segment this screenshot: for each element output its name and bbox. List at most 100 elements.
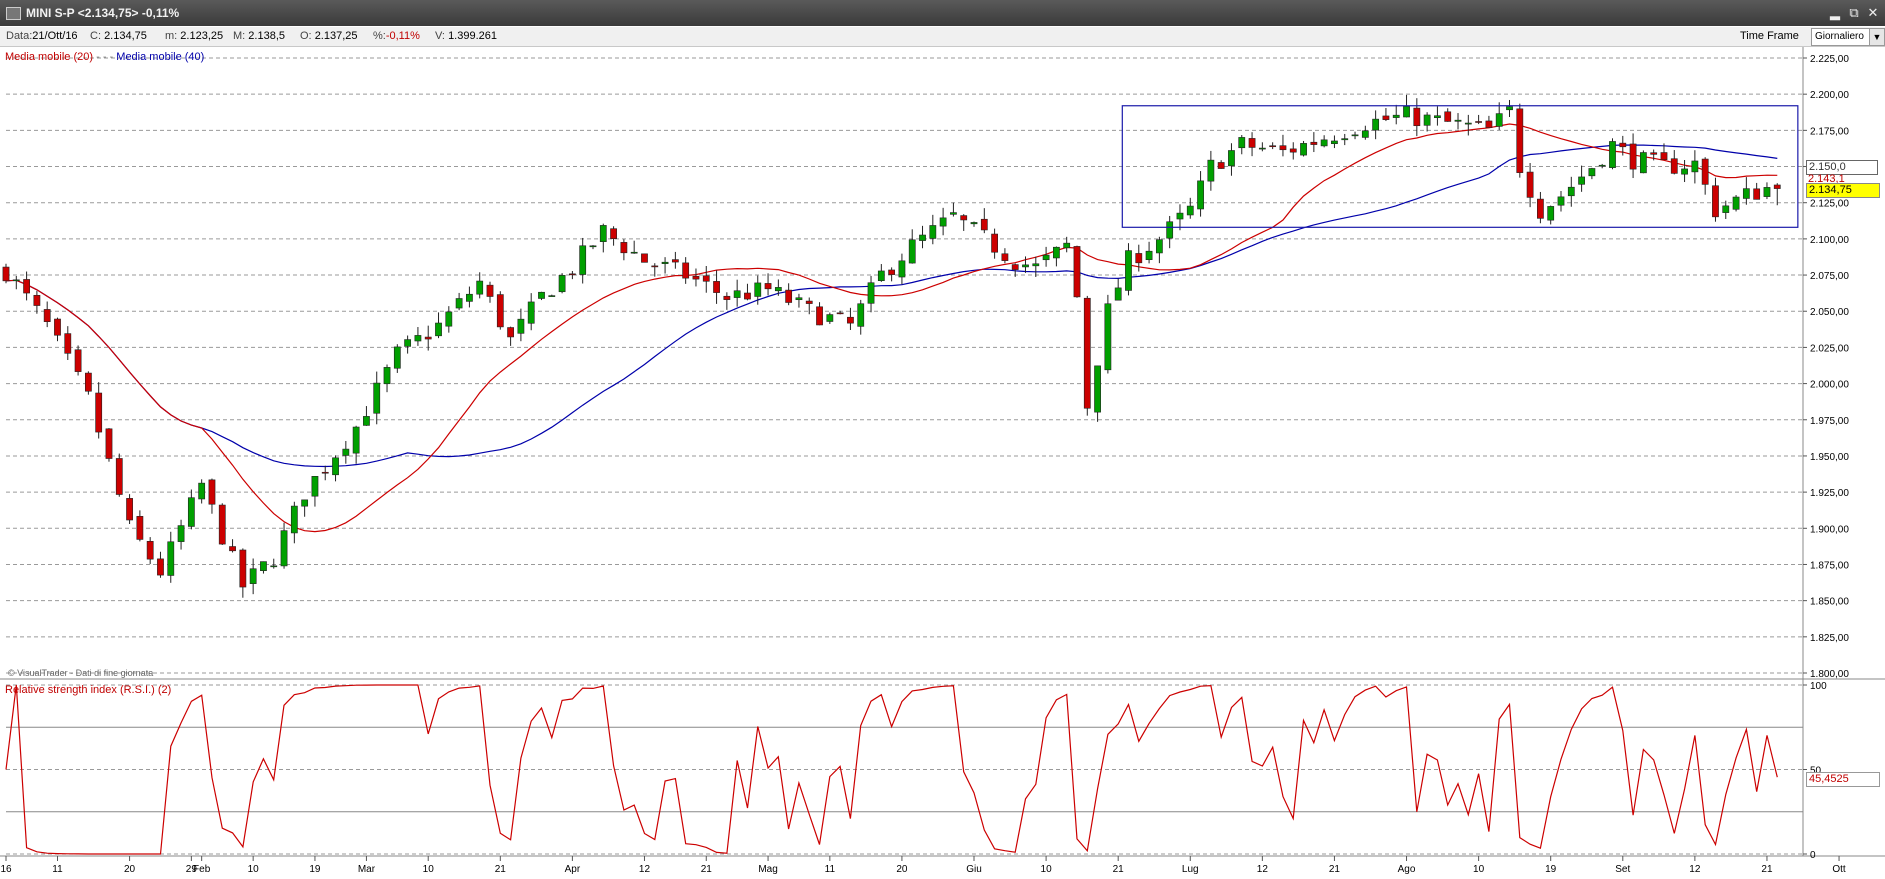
legend-separator: - - - [96, 51, 114, 63]
time-tick-label: 12 [1689, 864, 1701, 875]
candle-body [1444, 111, 1452, 122]
candle-body [1681, 168, 1688, 175]
candle-body [1238, 137, 1246, 149]
candle-body [1495, 113, 1503, 127]
time-tick-label: 21 [1113, 864, 1125, 875]
candle-body [579, 245, 587, 275]
chart-window-icon [6, 7, 21, 20]
price-tick-label: 2.125,00 [1810, 199, 1849, 210]
candle-body [1001, 253, 1009, 261]
min-field: m: 2.123,25 [165, 30, 224, 42]
time-tick-label: 12 [1257, 864, 1269, 875]
candle-body [1197, 180, 1204, 210]
candle-body [1598, 164, 1606, 167]
indicator-legend: Media mobile (20) - - - Media mobile (40… [5, 51, 204, 63]
quote-info-bar: Data:21/Ott/16 C: 2.134,75 m: 2.123,25 M… [0, 27, 1885, 47]
price-tick-label: 2.025,00 [1810, 343, 1849, 354]
timeframe-select[interactable]: Giornaliero ▼ [1811, 28, 1885, 46]
candle-body [43, 309, 51, 322]
price-tick-label: 2.200,00 [1810, 90, 1849, 101]
time-tick-label: Ott [1832, 864, 1846, 875]
chart-canvas[interactable]: 2.225,002.200,002.175,002.150,002.125,00… [0, 0, 1885, 879]
time-tick-label: 20 [124, 864, 136, 875]
candle-body [1506, 106, 1513, 111]
candle-body [1464, 122, 1472, 125]
legend-ma20[interactable]: Media mobile (20) [5, 51, 93, 63]
candle-body [1382, 115, 1390, 120]
candle-body [301, 499, 309, 507]
rsi-label[interactable]: Relative strength index (R.S.I.) (2) [5, 684, 171, 696]
candle-body [115, 458, 123, 495]
candles [2, 94, 1781, 598]
close-icon[interactable]: ✕ [1864, 4, 1882, 21]
candle-body [774, 287, 782, 292]
time-tick-label: 10 [1473, 864, 1485, 875]
candle-body [352, 426, 360, 454]
candle-body [404, 339, 412, 347]
candle-body [795, 297, 803, 301]
time-tick-label: 19 [1545, 864, 1557, 875]
candle-body [84, 372, 92, 392]
candle-body [95, 392, 103, 433]
time-tick-label: 12 [639, 864, 651, 875]
candle-body [1351, 134, 1359, 137]
candle-body [805, 300, 813, 304]
candle-body [1475, 121, 1483, 123]
candle-body [435, 322, 442, 337]
time-tick-label: 19 [309, 864, 321, 875]
candle-body [1403, 106, 1410, 118]
candle-body [270, 565, 278, 568]
dropdown-arrow-icon[interactable]: ▼ [1869, 29, 1884, 45]
candle-body [1228, 150, 1235, 167]
last-price-tag: 2.134,75 [1806, 183, 1880, 198]
legend-ma40[interactable]: Media mobile (40) [116, 51, 204, 63]
candle-body [1248, 138, 1256, 148]
candle-body [280, 530, 288, 567]
candle-body [1753, 188, 1761, 200]
candle-body [816, 306, 823, 326]
candle-body [33, 294, 41, 306]
time-axis: 16 11 20 29Feb 10 19 Mar 10 21 Apr 12 21 Mag 11 20 Giu 1… [0, 856, 1846, 875]
rsi-value-tag: 45,4525 [1806, 772, 1880, 787]
candle-body [877, 270, 885, 281]
time-tick-label: Mar [358, 864, 376, 875]
candle-body [1300, 143, 1307, 156]
candle-body [991, 233, 998, 253]
candle-body [1773, 184, 1781, 189]
minimize-icon[interactable]: ▂ [1826, 4, 1844, 21]
candle-body [661, 261, 669, 264]
candle-body [445, 311, 453, 327]
candle-body [64, 333, 72, 354]
candle-body [1454, 119, 1462, 122]
pct-field: %:-0,11% [373, 30, 420, 42]
time-tick-label: 21 [495, 864, 507, 875]
candle-body [496, 294, 504, 328]
candle-body [744, 292, 751, 300]
candle-body [229, 546, 236, 552]
rsi-panel: 100500 [5, 681, 1827, 861]
candle-body [589, 245, 597, 248]
candle-body [1104, 303, 1112, 371]
candle-body [373, 382, 381, 414]
restore-icon[interactable]: ⧉ [1845, 4, 1863, 21]
window-titlebar[interactable]: MINI S-P <2.134,75> -0,11% ▂ ⧉ ✕ [0, 0, 1885, 26]
candle-body [847, 316, 854, 324]
candle-body [187, 497, 195, 527]
volume-field: V: 1.399.261 [435, 30, 497, 42]
ma20-path [5, 123, 1778, 533]
candle-body [1742, 188, 1750, 199]
candle-body [1701, 158, 1709, 185]
price-tick-label: 1.800,00 [1810, 669, 1849, 680]
candle-body [1434, 115, 1441, 119]
time-tick-label: 11 [825, 864, 836, 875]
price-tick-label: 2.075,00 [1810, 271, 1849, 282]
candle-body [1145, 250, 1153, 261]
candle-body [1176, 212, 1184, 220]
candle-body [1186, 205, 1194, 216]
candle-body [1094, 365, 1101, 413]
ma40-path [5, 144, 1778, 468]
candle-body [1485, 120, 1493, 129]
candle-body [1691, 160, 1699, 173]
candle-body [517, 318, 525, 334]
window-title: MINI S-P <2.134,75> -0,11% [26, 6, 180, 20]
